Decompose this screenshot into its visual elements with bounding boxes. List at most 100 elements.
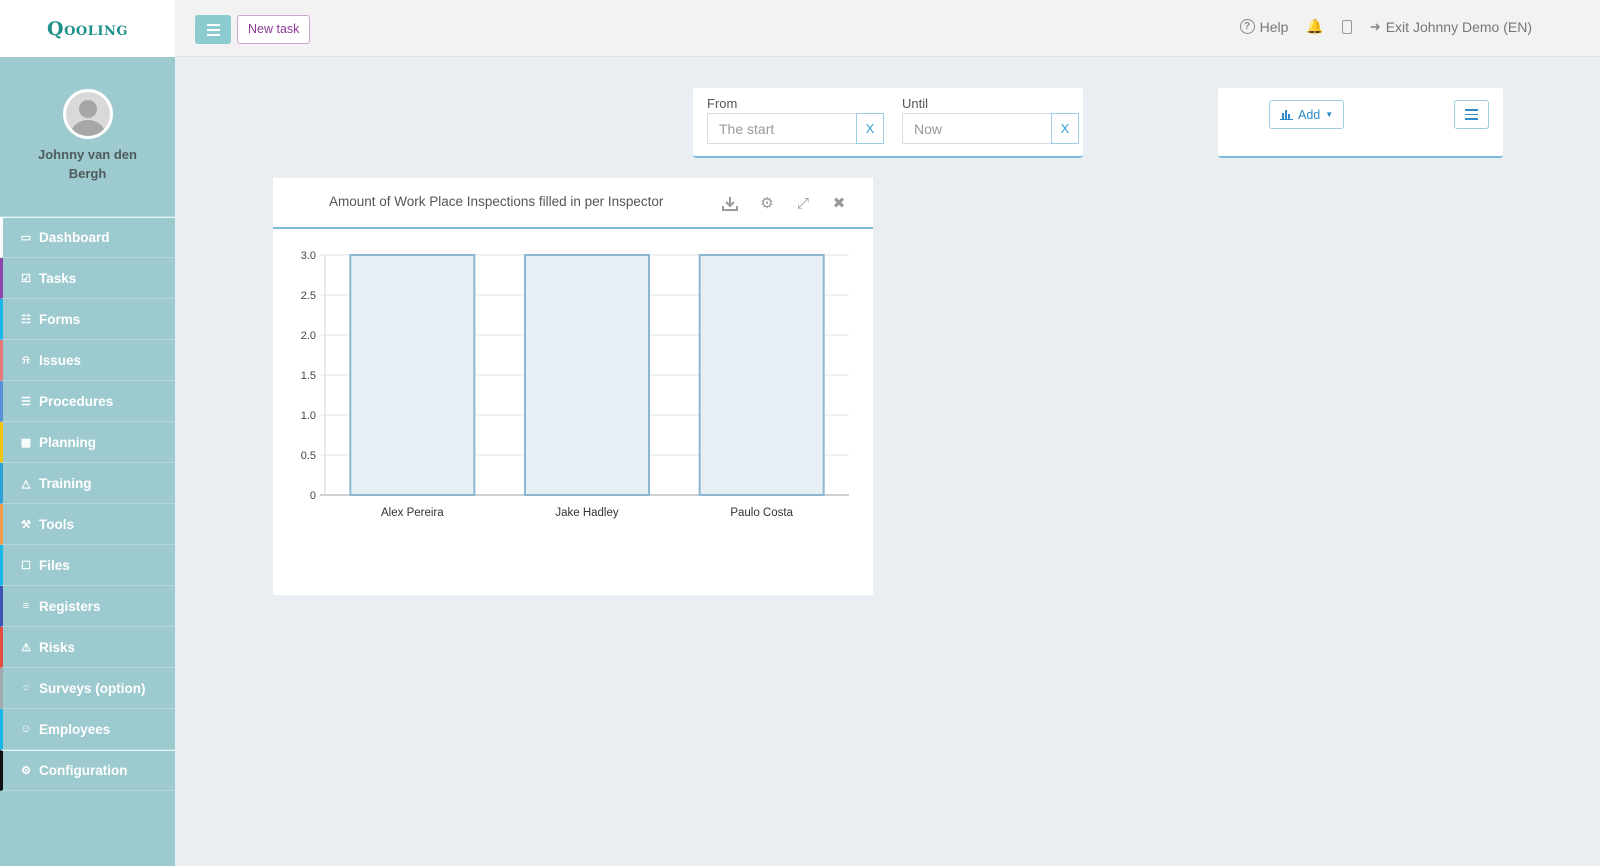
sidebar-item-forms[interactable]: ☷ Forms bbox=[0, 299, 175, 340]
sidebar-item-training[interactable]: △ Training bbox=[0, 463, 175, 504]
logo-area[interactable]: Qooling bbox=[0, 0, 175, 57]
sidebar-item-label: Registers bbox=[39, 598, 101, 614]
user-profile: Johnny van den Bergh bbox=[0, 57, 175, 217]
sliders-icon bbox=[1465, 109, 1478, 111]
y-tick-label: 1.0 bbox=[301, 410, 316, 422]
from-clear-button[interactable]: X bbox=[856, 113, 884, 144]
dashboard-settings-button[interactable] bbox=[1454, 100, 1489, 129]
widget-settings-button[interactable]: ⚙ bbox=[758, 194, 776, 212]
users-icon: ☺ bbox=[20, 723, 32, 735]
sidebar-item-files[interactable]: ☐ Files bbox=[0, 545, 175, 586]
speech-bubble-icon: ○ bbox=[22, 682, 30, 694]
chart-widget: Amount of Work Place Inspections filled … bbox=[273, 178, 873, 595]
sidebar-item-label: Dashboard bbox=[39, 230, 110, 245]
y-tick-label: 1.5 bbox=[301, 370, 316, 382]
sidebar-item-label: Risks bbox=[39, 639, 76, 655]
sidebar: Qooling Johnny van den Bergh ▭ Dashboard ☑… bbox=[0, 0, 175, 866]
file-icon: ☐ bbox=[21, 559, 31, 572]
sidebar-item-registers[interactable]: ≡ Registers bbox=[0, 586, 175, 627]
widget-header: Amount of Work Place Inspections filled … bbox=[273, 178, 873, 229]
graduation-cap-icon: △ bbox=[21, 477, 31, 490]
notifications-button[interactable]: 🔔 bbox=[1306, 18, 1323, 35]
checkbox-icon: ☑ bbox=[21, 272, 31, 285]
close-icon: ✖ bbox=[832, 195, 846, 212]
until-clear-button[interactable]: X bbox=[1051, 113, 1079, 144]
until-label: Until bbox=[902, 96, 929, 111]
x-tick-label: Jake Hadley bbox=[555, 507, 619, 519]
sidebar-item-label: Forms bbox=[39, 311, 81, 327]
sign-out-icon: ➜ bbox=[1369, 18, 1381, 34]
top-right-actions: ? Help 🔔 ➜ Exit Johnny Demo (EN) bbox=[1239, 18, 1532, 35]
sidebar-item-surveys-option[interactable]: ○ Surveys (option) bbox=[0, 668, 175, 709]
wrench-icon: ⚒ bbox=[21, 518, 31, 531]
sidebar-item-dashboard[interactable]: ▭ Dashboard bbox=[0, 217, 175, 258]
download-button[interactable] bbox=[721, 194, 739, 212]
x-tick-label: Paulo Costa bbox=[730, 507, 793, 519]
question-circle-icon: ? bbox=[1239, 19, 1255, 34]
mobile-app-button[interactable] bbox=[1341, 19, 1352, 34]
sidebar-item-label: Configuration bbox=[39, 763, 128, 778]
sidebar-item-label: Tools bbox=[39, 516, 74, 532]
close-widget-button[interactable]: ✖ bbox=[830, 194, 848, 212]
phone-icon bbox=[1341, 19, 1352, 34]
exit-label: Exit Johnny Demo (EN) bbox=[1385, 18, 1532, 35]
x-tick-label: Alex Pereira bbox=[381, 507, 444, 519]
calendar-icon: ▦ bbox=[20, 436, 32, 449]
monitor-icon: ▭ bbox=[20, 232, 32, 244]
sidebar-item-label: Planning bbox=[39, 434, 96, 450]
y-tick-label: 3.0 bbox=[301, 250, 316, 262]
sidebar-item-planning[interactable]: ▦ Planning bbox=[0, 422, 175, 463]
bar[interactable] bbox=[523, 254, 651, 496]
avatar[interactable] bbox=[62, 89, 113, 139]
list-icon: ☰ bbox=[21, 395, 31, 408]
widget-title: Amount of Work Place Inspections filled … bbox=[329, 194, 664, 209]
sidebar-nav: ▭ Dashboard ☑ Tasks ☷ Forms ⍾ Issues ☰ Procedures… bbox=[0, 217, 175, 791]
sidebar-item-label: Training bbox=[39, 475, 92, 491]
expand-button[interactable]: ⤢ bbox=[794, 194, 812, 212]
document-icon: ☷ bbox=[21, 313, 31, 326]
y-tick-label: 0 bbox=[310, 490, 316, 502]
caret-down-icon: ▼ bbox=[1325, 110, 1334, 119]
sidebar-item-tools[interactable]: ⚒ Tools bbox=[0, 504, 175, 545]
from-date-input[interactable]: The start bbox=[707, 113, 856, 144]
sidebar-item-procedures[interactable]: ☰ Procedures bbox=[0, 381, 175, 422]
warning-icon: ⚠ bbox=[21, 641, 31, 654]
widget-toolbar-panel: Add ▼ bbox=[1218, 88, 1503, 158]
logo[interactable]: Qooling bbox=[47, 18, 128, 40]
sidebar-item-risks[interactable]: ⚠ Risks bbox=[0, 627, 175, 668]
sidebar-item-label: Procedures bbox=[39, 393, 114, 409]
y-tick-label: 2.5 bbox=[301, 290, 316, 302]
y-tick-label: 0.5 bbox=[301, 450, 316, 462]
bell-icon: ⍾ bbox=[22, 353, 30, 366]
help-link[interactable]: ? Help bbox=[1239, 18, 1289, 35]
from-group: From The start X bbox=[707, 96, 884, 144]
sidebar-item-label: Issues bbox=[39, 352, 82, 368]
add-widget-button[interactable]: Add ▼ bbox=[1269, 100, 1345, 129]
add-label: Add bbox=[1298, 107, 1321, 122]
sidebar-item-configuration[interactable]: ⚙ Configuration bbox=[0, 750, 175, 791]
help-label: Help bbox=[1259, 18, 1289, 35]
date-filter-panel: From The start X Until Now X bbox=[693, 88, 1083, 158]
gear-icon: ⚙ bbox=[760, 195, 774, 212]
sidebar-item-tasks[interactable]: ☑ Tasks bbox=[0, 258, 175, 299]
gear-icon: ⚙ bbox=[21, 765, 31, 777]
exit-link[interactable]: ➜ Exit Johnny Demo (EN) bbox=[1370, 19, 1532, 35]
menu-toggle-button[interactable] bbox=[195, 15, 231, 44]
bar-chart: 0 0.5 1.0 1.5 2.0 2.5 3.0 Alex Pereira Jake Hadl… bbox=[301, 250, 849, 519]
sidebar-item-employees[interactable]: ☺ Employees bbox=[0, 709, 175, 750]
bar[interactable] bbox=[698, 254, 825, 496]
y-tick-label: 2.0 bbox=[301, 330, 316, 342]
top-bar: New task ? Help 🔔 ➜ Exit Johnny Demo (EN… bbox=[175, 0, 1600, 57]
register-icon: ≡ bbox=[22, 600, 30, 612]
expand-icon: ⤢ bbox=[796, 194, 809, 212]
download-icon bbox=[722, 197, 738, 211]
bar[interactable] bbox=[349, 254, 476, 496]
new-task-button[interactable]: New task bbox=[237, 15, 311, 44]
sidebar-item-label: Employees bbox=[39, 721, 111, 737]
sidebar-item-issues[interactable]: ⍾ Issues bbox=[0, 340, 175, 381]
sidebar-item-label: Files bbox=[39, 557, 70, 573]
sidebar-item-label: Tasks bbox=[39, 270, 77, 286]
bell-icon: 🔔 bbox=[1306, 18, 1324, 34]
from-label: From bbox=[707, 96, 738, 111]
until-date-input[interactable]: Now bbox=[902, 113, 1051, 144]
